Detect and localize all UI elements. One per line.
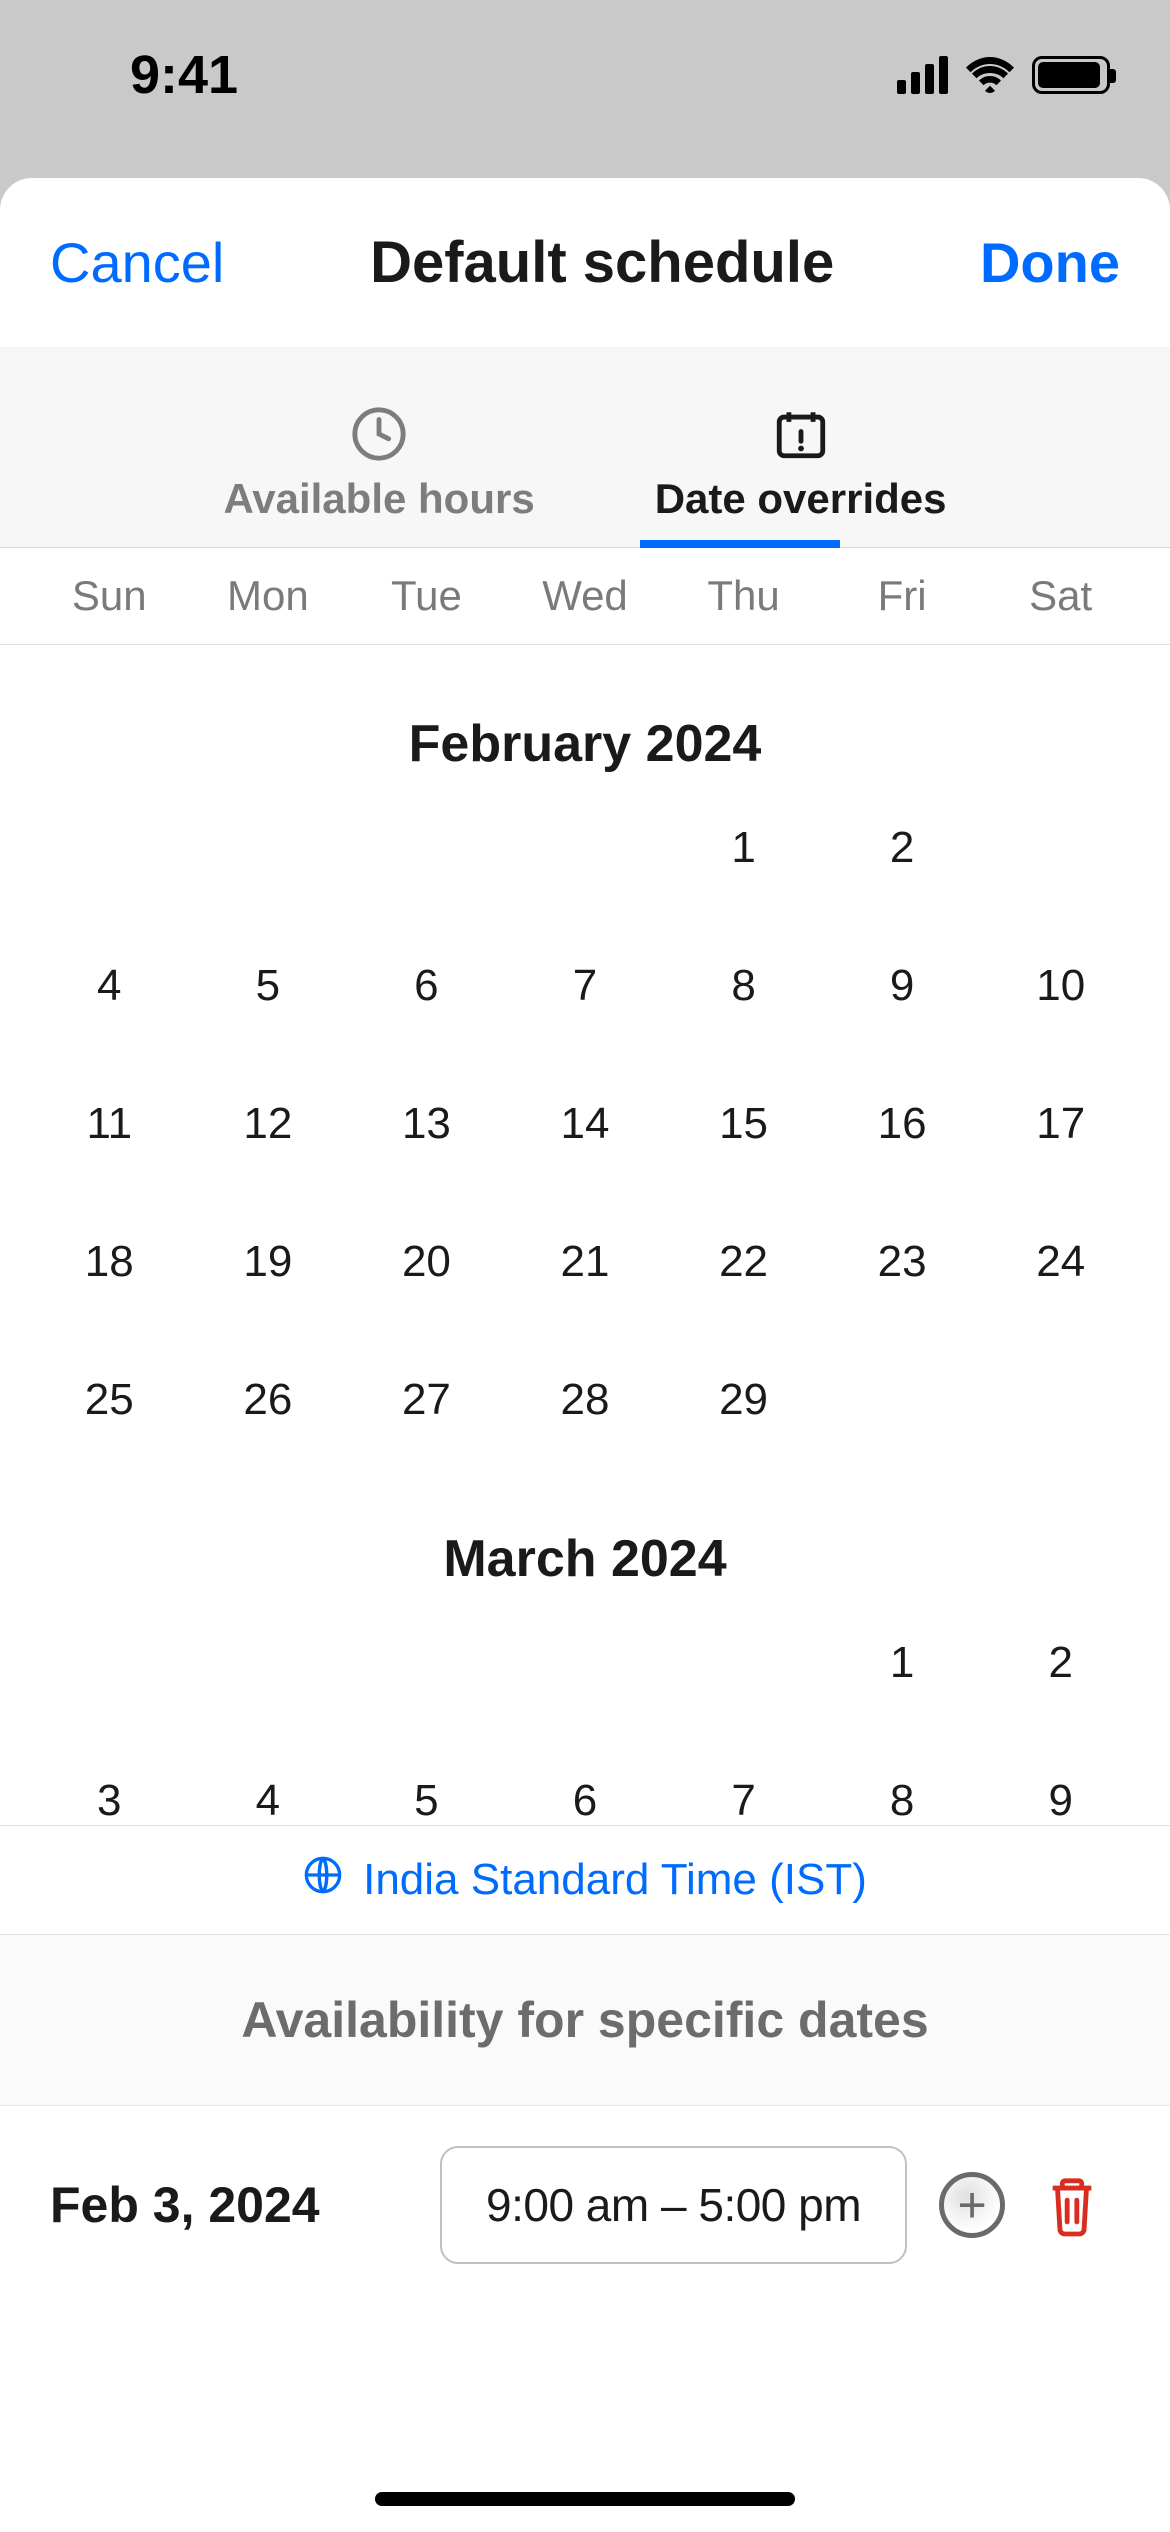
- calendar-day[interactable]: 9: [823, 952, 982, 1020]
- calendar-day[interactable]: 7: [664, 1767, 823, 1825]
- calendar-day[interactable]: 17: [981, 1090, 1140, 1158]
- trash-icon: [1043, 2173, 1101, 2237]
- calendar-day[interactable]: 15: [664, 1090, 823, 1158]
- cancel-button[interactable]: Cancel: [50, 230, 224, 295]
- calendar-day[interactable]: 4: [30, 952, 189, 1020]
- calendar-day[interactable]: 12: [189, 1090, 348, 1158]
- calendar-day[interactable]: 29: [664, 1366, 823, 1434]
- month-title: February 2024: [0, 714, 1170, 774]
- home-indicator: [375, 2492, 795, 2506]
- override-row: Feb 3, 2024 9:00 am – 5:00 pm +: [0, 2106, 1170, 2304]
- calendar-day[interactable]: 4: [189, 1767, 348, 1825]
- weekday: Thu: [664, 572, 823, 620]
- calendar-day[interactable]: 9: [981, 1767, 1140, 1825]
- calendar-day[interactable]: 3: [30, 1767, 189, 1825]
- calendar-day[interactable]: 14: [506, 1090, 665, 1158]
- weekday: Fri: [823, 572, 982, 620]
- calendar-day[interactable]: 18: [30, 1228, 189, 1296]
- month-grid: 1234567891011121314151617181920212223242…: [0, 814, 1170, 1434]
- wifi-icon: [966, 56, 1014, 94]
- calendar-day[interactable]: 6: [506, 1767, 665, 1825]
- override-date: Feb 3, 2024: [50, 2176, 410, 2234]
- calendar-day[interactable]: 21: [506, 1228, 665, 1296]
- page-title: Default schedule: [370, 229, 834, 296]
- globe-icon: [303, 1855, 343, 1906]
- tab-label: Date overrides: [655, 475, 947, 523]
- calendar-scroll[interactable]: February 2024123456789101112131415161718…: [0, 645, 1170, 1825]
- add-interval-button[interactable]: +: [937, 2170, 1007, 2240]
- calendar-day[interactable]: 11: [30, 1090, 189, 1158]
- calendar-day[interactable]: 3: [981, 814, 1140, 882]
- calendar-alert-icon: [772, 405, 830, 463]
- weekday-header: Sun Mon Tue Wed Thu Fri Sat: [0, 548, 1170, 645]
- calendar-day[interactable]: 1: [823, 1629, 982, 1697]
- weekday: Sun: [30, 572, 189, 620]
- status-icons: [897, 56, 1110, 94]
- calendar-day[interactable]: 20: [347, 1228, 506, 1296]
- tab-date-overrides[interactable]: Date overrides: [655, 405, 947, 547]
- time-range-button[interactable]: 9:00 am – 5:00 pm: [440, 2146, 907, 2264]
- weekday: Mon: [189, 572, 348, 620]
- delete-button[interactable]: [1037, 2170, 1107, 2240]
- weekday: Sat: [981, 572, 1140, 620]
- modal-sheet: Cancel Default schedule Done Available h…: [0, 178, 1170, 2532]
- battery-icon: [1032, 56, 1110, 94]
- calendar-day[interactable]: 10: [981, 952, 1140, 1020]
- tab-available-hours[interactable]: Available hours: [223, 405, 534, 547]
- calendar-day[interactable]: 19: [189, 1228, 348, 1296]
- calendar-day[interactable]: 13: [347, 1090, 506, 1158]
- timezone-label: India Standard Time (IST): [363, 1855, 867, 1905]
- tab-label: Available hours: [223, 475, 534, 523]
- month-title: March 2024: [0, 1529, 1170, 1589]
- tabs: Available hours Date overrides: [0, 348, 1170, 548]
- sheet-header: Cancel Default schedule Done: [0, 178, 1170, 348]
- calendar-day[interactable]: 7: [506, 952, 665, 1020]
- status-bar: 9:41: [0, 0, 1170, 150]
- calendar-day[interactable]: 25: [30, 1366, 189, 1434]
- month-grid: 12 3456789: [0, 1629, 1170, 1825]
- calendar-day[interactable]: 2: [981, 1629, 1140, 1697]
- status-time: 9:41: [130, 44, 238, 106]
- calendar-day[interactable]: 5: [189, 952, 348, 1020]
- plus-circle-icon: +: [939, 2172, 1005, 2238]
- calendar-day[interactable]: 23: [823, 1228, 982, 1296]
- calendar-day[interactable]: 8: [664, 952, 823, 1020]
- cellular-icon: [897, 56, 948, 94]
- calendar-day[interactable]: 5: [347, 1767, 506, 1825]
- calendar-day[interactable]: 1: [664, 814, 823, 882]
- calendar-day[interactable]: 26: [189, 1366, 348, 1434]
- section-header: Availability for specific dates: [0, 1935, 1170, 2106]
- clock-icon: [350, 405, 408, 463]
- timezone-button[interactable]: India Standard Time (IST): [0, 1825, 1170, 1935]
- tab-indicator: [640, 540, 840, 548]
- calendar-day[interactable]: 28: [506, 1366, 665, 1434]
- calendar-day[interactable]: 22: [664, 1228, 823, 1296]
- weekday: Wed: [506, 572, 665, 620]
- calendar-day[interactable]: 2: [823, 814, 982, 882]
- calendar-day[interactable]: 16: [823, 1090, 982, 1158]
- calendar-day[interactable]: 6: [347, 952, 506, 1020]
- calendar-day[interactable]: 27: [347, 1366, 506, 1434]
- calendar-day[interactable]: 8: [823, 1767, 982, 1825]
- weekday: Tue: [347, 572, 506, 620]
- done-button[interactable]: Done: [980, 230, 1120, 295]
- calendar-day[interactable]: 24: [981, 1228, 1140, 1296]
